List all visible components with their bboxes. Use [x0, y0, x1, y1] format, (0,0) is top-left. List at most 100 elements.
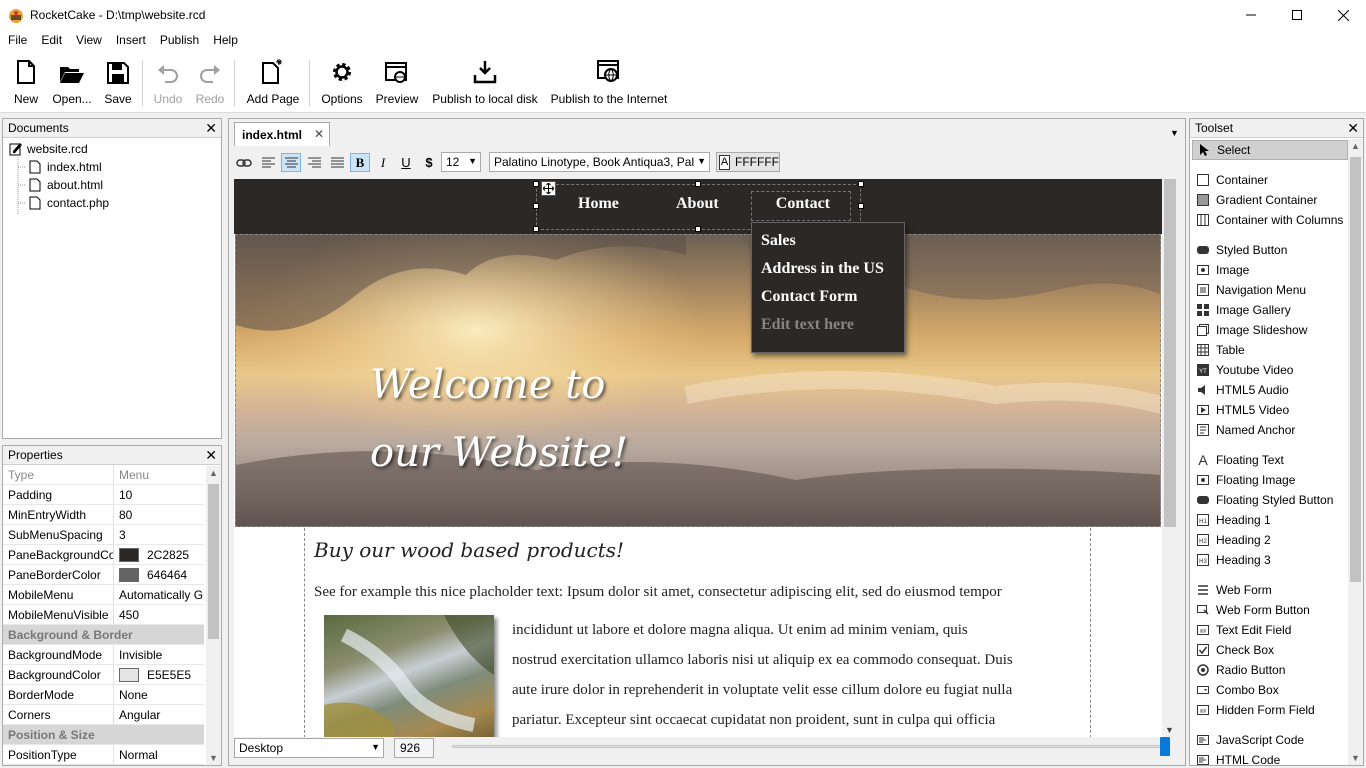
tool-youtube-video[interactable]: YT Youtube Video [1192, 360, 1348, 380]
menu-file[interactable]: File [0, 30, 34, 47]
tool-container-with-columns[interactable]: Container with Columns [1192, 210, 1348, 230]
hero-heading[interactable]: Welcome to our Website! [370, 351, 628, 487]
special-chars-button[interactable]: $ [419, 153, 439, 172]
content-heading[interactable]: Buy our wood based products! [314, 538, 624, 562]
move-handle[interactable] [541, 181, 556, 196]
width-slider-track[interactable] [452, 745, 1164, 748]
tool-heading-3[interactable]: H3 Heading 3 [1192, 550, 1348, 570]
submenu-item-sales[interactable]: Sales [761, 227, 895, 255]
resize-handle[interactable] [695, 181, 701, 187]
new-button[interactable]: New [6, 58, 46, 110]
tool-combo-box[interactable]: Combo Box [1192, 680, 1348, 700]
underline-button[interactable]: U [396, 153, 416, 172]
open-button[interactable]: Open... [50, 58, 94, 110]
prop-row-padding[interactable]: Padding 10 [3, 485, 204, 505]
align-justify-button[interactable] [327, 153, 347, 172]
resize-handle[interactable] [533, 203, 539, 209]
tab-close-icon[interactable]: ✕ [314, 127, 324, 141]
prop-row-backgroundcolor[interactable]: BackgroundColor E5E5E5 [3, 665, 204, 685]
tree-item-file[interactable]: about.html [7, 176, 217, 194]
prop-row-mobilemenu[interactable]: MobileMenu Automatically G [3, 585, 204, 605]
submenu-item-contact-form[interactable]: Contact Form [761, 283, 895, 311]
resize-handle[interactable] [858, 203, 864, 209]
resize-handle[interactable] [858, 181, 864, 187]
scrollbar-thumb[interactable] [1350, 157, 1361, 582]
options-button[interactable]: Options [318, 58, 366, 110]
prop-row-backgroundmode[interactable]: BackgroundMode Invisible [3, 645, 204, 665]
canvas-scrollbar[interactable]: ▼ [1162, 179, 1178, 737]
redo-button[interactable]: Redo [192, 58, 228, 110]
properties-scrollbar[interactable]: ▲ ▼ [206, 466, 221, 765]
menu-edit[interactable]: Edit [34, 30, 69, 47]
properties-close-button[interactable]: ✕ [205, 447, 217, 464]
tool-radio-button[interactable]: Radio Button [1192, 660, 1348, 680]
tool-html5-audio[interactable]: HTML5 Audio [1192, 380, 1348, 400]
prop-row-corners[interactable]: Corners Angular [3, 705, 204, 725]
italic-button[interactable]: I [373, 153, 393, 172]
tool-check-box[interactable]: Check Box [1192, 640, 1348, 660]
menu-insert[interactable]: Insert [109, 30, 153, 47]
resize-handle[interactable] [695, 226, 701, 232]
content-paragraph-first-line[interactable]: See for example this nice placholder tex… [314, 584, 1002, 601]
save-button[interactable]: Save [100, 58, 136, 110]
content-paragraph[interactable]: incididunt ut labore et dolore magna ali… [512, 615, 1013, 735]
submenu-item-placeholder[interactable]: Edit text here [761, 311, 895, 339]
text-color-button[interactable]: A FFFFFF [716, 152, 780, 172]
toolset-scrollbar[interactable]: ▲ ▼ [1348, 139, 1363, 765]
tool-html-code[interactable]: HTML Code [1192, 750, 1348, 765]
add-page-button[interactable]: Add Page [244, 58, 302, 110]
scrollbar-thumb[interactable] [1164, 179, 1176, 527]
tool-select[interactable]: Select [1192, 140, 1348, 160]
tool-floating-image[interactable]: Floating Image [1192, 470, 1348, 490]
font-family-select[interactable]: Palatino Linotype, Book Antiqua3, Pal ▼ [489, 152, 710, 172]
prop-row-positiontype[interactable]: PositionType Normal [3, 745, 204, 765]
tool-hidden-form-field[interactable]: abl Hidden Form Field [1192, 700, 1348, 720]
tool-navigation-menu[interactable]: Navigation Menu [1192, 280, 1348, 300]
nav-item-contact[interactable]: Contact [776, 195, 830, 213]
menu-view[interactable]: View [69, 30, 109, 47]
tool-floating-text[interactable]: A Floating Text [1192, 450, 1348, 470]
tool-named-anchor[interactable]: Named Anchor [1192, 420, 1348, 440]
tool-heading-2[interactable]: H2 Heading 2 [1192, 530, 1348, 550]
tool-gradient-container[interactable]: Gradient Container [1192, 190, 1348, 210]
submenu-item-address[interactable]: Address in the US [761, 255, 895, 283]
preview-button[interactable]: Preview [374, 58, 420, 110]
maximize-button[interactable] [1274, 0, 1320, 30]
tool-container[interactable]: Container [1192, 170, 1348, 190]
tab-index-html[interactable]: index.html ✕ [234, 122, 330, 146]
link-button[interactable] [234, 153, 254, 172]
prop-row-paneborodercolor[interactable]: PaneBorderColor 646464 [3, 565, 204, 585]
publish-local-button[interactable]: Publish to local disk [430, 58, 540, 110]
tool-styled-button[interactable]: Styled Button [1192, 240, 1348, 260]
tool-text-edit-field[interactable]: abl Text Edit Field [1192, 620, 1348, 640]
tree-item-file[interactable]: index.html [7, 158, 217, 176]
undo-button[interactable]: Undo [150, 58, 186, 110]
nav-item-home[interactable]: Home [578, 195, 619, 213]
align-right-button[interactable] [304, 153, 324, 172]
font-size-select[interactable]: 12 ▼ [441, 152, 481, 172]
resize-handle[interactable] [533, 181, 539, 187]
tool-table[interactable]: Table [1192, 340, 1348, 360]
toolset-close-button[interactable]: ✕ [1347, 120, 1359, 137]
prop-row-panebackgroundcolor[interactable]: PaneBackgroundCo 2C2825 [3, 545, 204, 565]
documents-close-button[interactable]: ✕ [205, 120, 217, 137]
tool-javascript-code[interactable]: JavaScript Code [1192, 730, 1348, 750]
tool-floating-styled-button[interactable]: Floating Styled Button [1192, 490, 1348, 510]
align-center-button[interactable] [281, 153, 301, 172]
nav-item-about[interactable]: About [676, 195, 719, 213]
tool-image-slideshow[interactable]: Image Slideshow [1192, 320, 1348, 340]
tool-image-gallery[interactable]: Image Gallery [1192, 300, 1348, 320]
align-left-button[interactable] [258, 153, 278, 172]
prop-row-mobilemenuvisible[interactable]: MobileMenuVisible 450 [3, 605, 204, 625]
tree-item-website[interactable]: website.rcd [7, 140, 217, 158]
width-field[interactable]: 926 [394, 738, 434, 758]
close-window-button[interactable] [1320, 0, 1366, 30]
publish-internet-button[interactable]: Publish to the Internet [548, 58, 670, 110]
bold-button[interactable]: B [350, 153, 370, 172]
device-select[interactable]: Desktop ▼ [234, 738, 384, 758]
resize-handle[interactable] [533, 226, 539, 232]
scrollbar-thumb[interactable] [208, 484, 219, 639]
minimize-button[interactable] [1228, 0, 1274, 30]
scroll-down-icon[interactable]: ▼ [1165, 725, 1174, 735]
prop-row-bordermode[interactable]: BorderMode None [3, 685, 204, 705]
